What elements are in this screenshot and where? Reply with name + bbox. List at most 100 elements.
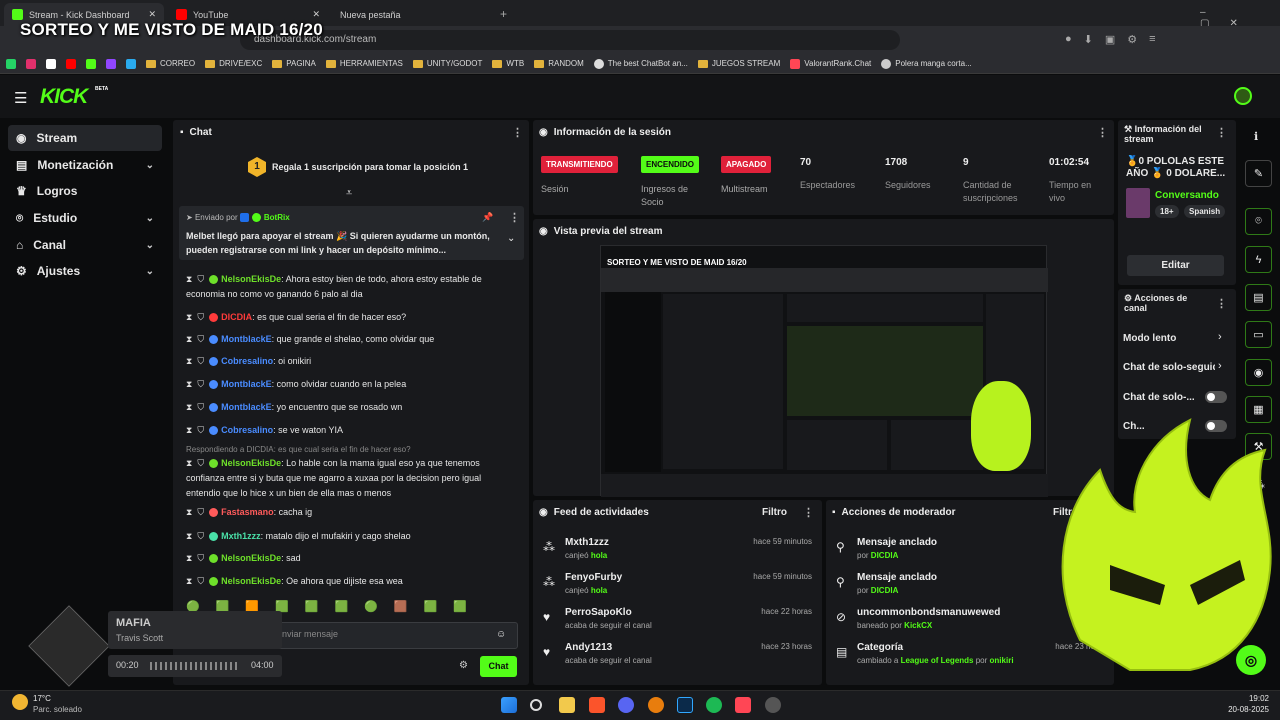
chat-message[interactable]: ⧗ ⛉ NelsonEkisDe: sad [186, 551, 516, 566]
timeout-icon[interactable]: ⧗ [186, 423, 192, 438]
bookmark-pagina[interactable]: PAGINA [272, 59, 316, 68]
shield-icon[interactable]: ⛉ [197, 354, 204, 369]
mod-action-user[interactable]: League of Legends [901, 656, 974, 665]
brave-icon[interactable] [589, 697, 605, 713]
chevron-right-icon[interactable]: › [1218, 331, 1222, 343]
sidebar-item-estudio[interactable]: ⌾ Estudio ⌄ [8, 205, 162, 231]
chat-settings-icon[interactable]: ⚙ [459, 660, 468, 671]
chat-message[interactable]: ⧗ ⛉ Cobresalino: oi onikiri [186, 354, 516, 369]
hamburger-menu-icon[interactable]: ☰ [14, 89, 27, 107]
chat-username[interactable]: NelsonEkisDe [221, 274, 281, 284]
weather-temp[interactable]: 17°C [33, 694, 51, 703]
chat-send-button[interactable]: Chat [480, 656, 517, 677]
telegram-icon[interactable] [126, 58, 136, 69]
shield-icon[interactable]: ⛉ [197, 332, 204, 347]
activity-filter-button[interactable]: Filtro [762, 507, 787, 518]
chat-username[interactable]: DICDIA [221, 312, 252, 322]
chat-message[interactable]: ⧗ ⛉ Fastasmano: cacha ig [186, 505, 516, 520]
chat-username[interactable]: MontblackE [221, 402, 272, 412]
collapse-icon[interactable]: ⩡ [346, 187, 352, 200]
chat-username[interactable]: Cobresalino [221, 425, 273, 435]
chat-menu-button[interactable]: ⋮ [512, 126, 523, 139]
spotify-icon[interactable] [706, 697, 722, 713]
timeout-icon[interactable]: ⧗ [186, 354, 192, 369]
stream-preview-video[interactable]: SORTEO Y ME VISTO DE MAID 16/20 [600, 245, 1048, 497]
timeout-icon[interactable]: ⧗ [186, 272, 192, 287]
feed-username[interactable]: FenyoFurby [565, 572, 622, 583]
shield-icon[interactable]: ⛉ [197, 456, 204, 471]
stream-category[interactable]: Conversando [1155, 190, 1219, 201]
channel-actions-menu-button[interactable]: ⋮ [1216, 297, 1227, 310]
photoshop-icon[interactable] [677, 697, 693, 713]
sidebar-item-ajustes[interactable]: ⚙ Ajustes ⌄ [8, 258, 162, 284]
chat-username[interactable]: MontblackE [221, 379, 272, 389]
chat-message[interactable]: ⧗ ⛉ NelsonEkisDe: Oe ahora que dijiste esa… [186, 574, 516, 589]
session-menu-button[interactable]: ⋮ [1097, 126, 1108, 139]
chat-message[interactable]: ⧗ ⛉ NelsonEkisDe: Ahora estoy bien de todo… [186, 272, 516, 302]
search-icon[interactable] [530, 699, 542, 711]
pin-icon[interactable]: 📌 [482, 212, 493, 223]
chat-username[interactable]: NelsonEkisDe [221, 553, 281, 563]
feed-username[interactable]: Mxth1zzz [565, 537, 609, 548]
whatsapp-icon[interactable] [6, 58, 16, 69]
chat-username[interactable]: NelsonEkisDe [221, 576, 281, 586]
emoji-icon[interactable]: ☺ [496, 629, 506, 640]
chat-message[interactable]: ⧗ ⛉ MontblackE: que grande el shelao, como… [186, 332, 516, 347]
chat-username[interactable]: Mxth1zzz [221, 531, 261, 541]
bookmark-valorant[interactable]: ValorantRank.Chat [790, 58, 871, 69]
close-tab-icon[interactable]: ✕ [312, 9, 320, 20]
activity-menu-button[interactable]: ⋮ [803, 506, 814, 519]
info-icon[interactable]: ℹ [1254, 130, 1258, 143]
pinned-menu-button[interactable]: ⋮ [509, 211, 520, 224]
edit-layout-icon[interactable]: ✎ [1245, 160, 1272, 187]
chevron-down-icon[interactable]: ⌄ [507, 233, 515, 244]
sub-goal-banner[interactable]: Regala 1 suscripción para tomar la posic… [272, 162, 468, 172]
discord-icon[interactable] [618, 697, 634, 713]
chat-username[interactable]: MontblackE [221, 334, 272, 344]
browser-toolbar-icons[interactable]: ● ⬇ ▣ ⚙ ≡ [1065, 33, 1156, 46]
chat-message[interactable]: ⧗ ⛉ MontblackE: como olvidar cuando en la … [186, 377, 516, 392]
mod-action-user[interactable]: DICDIA [871, 586, 899, 595]
browser-tab-new[interactable]: Nueva pestaña [332, 3, 492, 26]
bookmark-unity[interactable]: UNITY/GODOT [412, 59, 482, 68]
windows-start-icon[interactable] [501, 697, 517, 713]
timeout-icon[interactable]: ⧗ [186, 400, 192, 415]
sidebar-item-canal[interactable]: ⌂ Canal ⌄ [8, 232, 162, 258]
obs-icon[interactable] [765, 697, 781, 713]
x-icon[interactable] [46, 58, 56, 69]
timeout-icon[interactable]: ⧗ [186, 332, 192, 347]
mod-action-user[interactable]: KickCX [904, 621, 932, 630]
user-avatar[interactable] [1234, 87, 1252, 105]
shield-icon[interactable]: ⛉ [197, 423, 204, 438]
timeout-icon[interactable]: ⧗ [186, 310, 192, 325]
broadcast-icon[interactable]: ◉ [1245, 359, 1272, 386]
shield-icon[interactable]: ⛉ [197, 529, 204, 544]
youtube-icon[interactable] [66, 58, 76, 69]
camera-icon[interactable]: ⌾ [1245, 208, 1272, 235]
sidebar-item-stream[interactable]: ◉ Stream [8, 125, 162, 151]
bookmark-correo[interactable]: CORREO [146, 59, 195, 68]
chat-username[interactable]: Cobresalino [221, 356, 273, 366]
bookmark-juegos[interactable]: JUEGOS STREAM [697, 59, 780, 68]
address-bar[interactable]: dashboard.kick.com/stream [240, 30, 900, 50]
timeout-icon[interactable]: ⧗ [186, 551, 192, 566]
kick-icon[interactable] [86, 58, 96, 69]
chat-icon[interactable]: ▭ [1245, 321, 1272, 348]
clock-time[interactable]: 19:02 [1219, 694, 1269, 703]
timeout-icon[interactable]: ⧗ [186, 456, 192, 471]
slow-mode-item[interactable]: Modo lento [1123, 333, 1176, 344]
chat-message[interactable]: ⧗ ⛉ Mxth1zzz: matalo dijo el mufakiri y ca… [186, 529, 516, 544]
bookmark-polera[interactable]: Polera manga corta... [881, 58, 972, 69]
file-explorer-icon[interactable] [559, 697, 575, 713]
sidebar-item-logros[interactable]: ♛ Logros [8, 178, 162, 204]
feed-username[interactable]: Andy1213 [565, 642, 612, 653]
help-icon[interactable]: ◎ [1236, 645, 1266, 675]
chat-message[interactable]: ⧗ ⛉ Cobresalino: se ve waton YIA [186, 423, 516, 438]
twitch-icon[interactable] [106, 58, 116, 69]
shield-icon[interactable]: ⛉ [197, 574, 204, 589]
timeout-icon[interactable]: ⧗ [186, 505, 192, 520]
close-tab-icon[interactable]: ✕ [148, 9, 156, 20]
mod-action-user[interactable]: onikiri [990, 656, 1014, 665]
lightning-icon[interactable]: ϟ [1245, 246, 1272, 273]
instagram-icon[interactable] [26, 58, 36, 69]
